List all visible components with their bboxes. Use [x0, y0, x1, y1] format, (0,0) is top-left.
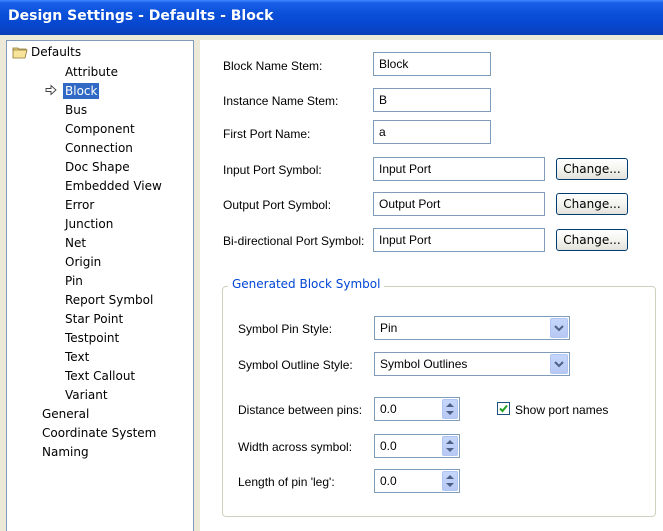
tree-item-attribute[interactable]: Attribute [63, 64, 120, 80]
bidir-port-change-button[interactable]: Change... [556, 229, 628, 251]
symbol-pin-style-select[interactable]: Pin [374, 316, 570, 340]
show-port-names-checkbox[interactable] [497, 402, 510, 415]
tree-item-variant[interactable]: Variant [63, 387, 110, 403]
symbol-outline-style-value: Symbol Outlines [380, 357, 468, 371]
show-port-names-label: Show port names [515, 403, 609, 417]
window-title: Design Settings - Defaults - Block [8, 8, 274, 24]
tree-item-text-callout[interactable]: Text Callout [63, 368, 137, 384]
tree-item-net[interactable]: Net [63, 235, 88, 251]
length-of-pin-leg-stepper[interactable]: 0.0 [374, 469, 460, 493]
length-of-pin-leg-value: 0.0 [380, 474, 397, 488]
tree-item-origin[interactable]: Origin [63, 254, 103, 270]
tree-item-coordinate-system[interactable]: Coordinate System [40, 425, 158, 441]
spin-arrows-icon[interactable] [442, 436, 458, 456]
output-port-symbol-field: Output Port [373, 192, 545, 216]
symbol-pin-style-label: Symbol Pin Style: [238, 322, 333, 336]
group-title: Generated Block Symbol [228, 276, 385, 292]
checkmark-icon [499, 404, 508, 413]
block-name-stem-label: Block Name Stem: [223, 59, 323, 73]
settings-tree[interactable]: Defaults Attribute Block Bus Component C… [6, 40, 194, 531]
output-port-change-button[interactable]: Change... [556, 193, 628, 215]
tree-item-testpoint[interactable]: Testpoint [63, 330, 121, 346]
tree-item-general[interactable]: General [40, 406, 91, 422]
symbol-outline-style-select[interactable]: Symbol Outlines [374, 352, 570, 376]
chevron-down-icon[interactable] [550, 354, 568, 374]
tree-item-error[interactable]: Error [63, 197, 96, 213]
tree-item-pin[interactable]: Pin [63, 273, 85, 289]
tree-item-block[interactable]: Block [63, 83, 100, 99]
instance-name-stem-input[interactable]: B [373, 88, 491, 112]
width-across-symbol-value: 0.0 [380, 439, 397, 453]
tree-item-doc-shape[interactable]: Doc Shape [63, 159, 132, 175]
tree-item-defaults[interactable]: Defaults [29, 44, 83, 60]
chevron-down-icon[interactable] [550, 318, 568, 338]
tree-item-junction[interactable]: Junction [63, 216, 115, 232]
bidir-port-symbol-label: Bi-directional Port Symbol: [223, 234, 365, 248]
symbol-outline-style-label: Symbol Outline Style: [238, 358, 353, 372]
tree-item-text[interactable]: Text [63, 349, 91, 365]
tree-item-report-symbol[interactable]: Report Symbol [63, 292, 155, 308]
folder-open-icon [12, 47, 28, 59]
input-port-change-button[interactable]: Change... [556, 158, 628, 180]
tree-item-star-point[interactable]: Star Point [63, 311, 125, 327]
input-port-symbol-field: Input Port [373, 157, 545, 181]
distance-between-pins-stepper[interactable]: 0.0 [374, 397, 460, 421]
tree-item-embedded-view[interactable]: Embedded View [63, 178, 164, 194]
output-port-symbol-label: Output Port Symbol: [223, 198, 332, 212]
title-bar: Design Settings - Defaults - Block [0, 0, 663, 35]
block-name-stem-input[interactable]: Block [373, 52, 491, 76]
input-port-symbol-label: Input Port Symbol: [223, 163, 322, 177]
width-across-symbol-stepper[interactable]: 0.0 [374, 434, 460, 458]
first-port-name-label: First Port Name: [223, 127, 311, 141]
first-port-name-input[interactable]: a [373, 120, 491, 144]
spin-arrows-icon[interactable] [442, 471, 458, 491]
bidir-port-symbol-field: Input Port [373, 228, 545, 252]
tree-item-connection[interactable]: Connection [63, 140, 135, 156]
tree-item-naming[interactable]: Naming [40, 444, 91, 460]
instance-name-stem-label: Instance Name Stem: [223, 94, 339, 108]
tree-item-bus[interactable]: Bus [63, 102, 89, 118]
symbol-pin-style-value: Pin [380, 321, 398, 335]
arrow-right-icon [45, 84, 57, 96]
distance-between-pins-value: 0.0 [380, 402, 397, 416]
spin-arrows-icon[interactable] [442, 399, 458, 419]
tree-item-component[interactable]: Component [63, 121, 137, 137]
width-across-symbol-label: Width across symbol: [238, 440, 353, 454]
length-of-pin-leg-label: Length of pin 'leg': [238, 475, 335, 489]
distance-between-pins-label: Distance between pins: [238, 403, 363, 417]
